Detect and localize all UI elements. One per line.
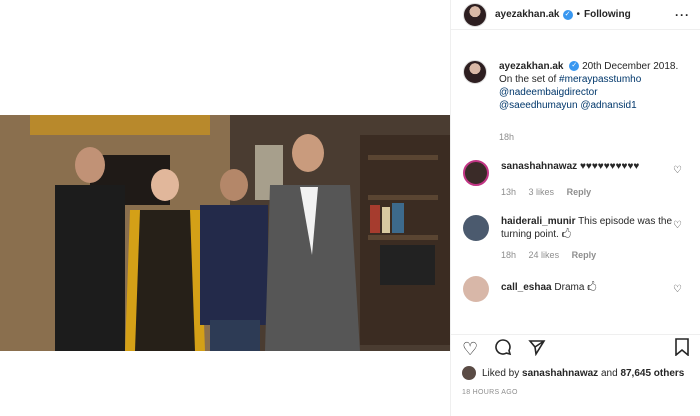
comment-meta: 13h 3 likes Reply — [501, 186, 681, 199]
caption-avatar[interactable] — [463, 60, 487, 84]
following-button[interactable]: Following — [584, 9, 631, 20]
comment-avatar[interactable] — [463, 215, 489, 241]
separator-dot: • — [576, 9, 581, 20]
liker-avatar[interactable] — [462, 366, 476, 380]
comment-3: call_eshaa Drama 🖒 ♡ — [451, 276, 700, 302]
post-media-area — [0, 0, 450, 416]
likes-summary: Liked by sanashahnawaz and 87,645 others — [462, 366, 684, 380]
comment-meta: 18h 24 likes Reply — [501, 249, 681, 262]
caption-text: ayezakhan.ak ✓ 20th December 2018. On th… — [499, 60, 689, 112]
reply-button[interactable]: Reply — [567, 187, 592, 197]
comment-avatar[interactable] — [463, 276, 489, 302]
comment-username[interactable]: call_eshaa — [501, 282, 552, 293]
caption-line1: 20th December 2018. — [582, 61, 679, 72]
reply-button[interactable]: Reply — [572, 250, 597, 260]
comment-text: Drama 🖒 — [554, 282, 597, 293]
liked-by-label: Liked by — [482, 367, 520, 379]
comment-username[interactable]: sanashahnawaz — [501, 161, 577, 172]
mention-link-3[interactable]: @adnansid1 — [580, 100, 636, 111]
comment-2: haiderali_munir This episode was the tur… — [451, 215, 700, 262]
post-username[interactable]: ayezakhan.ak — [495, 9, 560, 20]
comment-time: 13h — [501, 187, 517, 197]
share-icon[interactable] — [528, 338, 546, 359]
caption: ayezakhan.ak ✓ 20th December 2018. On th… — [451, 30, 700, 112]
comment-icon[interactable] — [494, 338, 512, 359]
liker-username[interactable]: sanashahnawaz — [522, 368, 598, 379]
comment-body: haiderali_munir This episode was the tur… — [501, 215, 681, 262]
comment-like-icon[interactable]: ♡ — [673, 284, 682, 295]
caption-username[interactable]: ayezakhan.ak — [499, 61, 564, 72]
heart-icon[interactable]: ♡ — [462, 340, 478, 358]
comment-username[interactable]: haiderali_munir — [501, 216, 575, 227]
comment-like-icon[interactable]: ♡ — [673, 220, 682, 231]
comment-avatar[interactable] — [463, 160, 489, 186]
comment-like-icon[interactable]: ♡ — [673, 165, 682, 176]
caption-line2: On the set of — [499, 74, 557, 85]
mention-link-1[interactable]: @nadeembaigdirector — [499, 87, 598, 98]
post-header: ayezakhan.ak ✓ • Following ··· — [451, 0, 700, 30]
bookmark-icon[interactable] — [674, 338, 690, 359]
action-bar: ♡ — [450, 334, 700, 362]
post-photo[interactable] — [0, 115, 450, 351]
avatar[interactable] — [463, 2, 487, 27]
comment-likes[interactable]: 3 likes — [529, 187, 555, 197]
post-timestamp: 18 HOURS AGO — [462, 389, 518, 396]
hashtag-link[interactable]: #meraypasstumho — [559, 74, 641, 85]
comment-body: call_eshaa Drama 🖒 — [501, 276, 681, 294]
comment-1: sanashahnawaz ♥♥♥♥♥♥♥♥♥♥ 13h 3 likes Rep… — [451, 160, 700, 199]
comment-time: 18h — [501, 250, 517, 260]
comment-body: sanashahnawaz ♥♥♥♥♥♥♥♥♥♥ 13h 3 likes Rep… — [501, 160, 681, 199]
verified-icon: ✓ — [562, 9, 573, 20]
likes-and: and — [600, 367, 618, 379]
mention-link-2[interactable]: @saeedhumayun — [499, 100, 578, 111]
comment-likes[interactable]: 24 likes — [529, 250, 560, 260]
more-options-icon[interactable]: ··· — [675, 8, 690, 22]
caption-time: 18h — [499, 132, 515, 142]
likes-count[interactable]: 87,645 others — [620, 368, 684, 379]
verified-icon: ✓ — [569, 61, 580, 72]
comment-text: ♥♥♥♥♥♥♥♥♥♥ — [579, 161, 640, 172]
